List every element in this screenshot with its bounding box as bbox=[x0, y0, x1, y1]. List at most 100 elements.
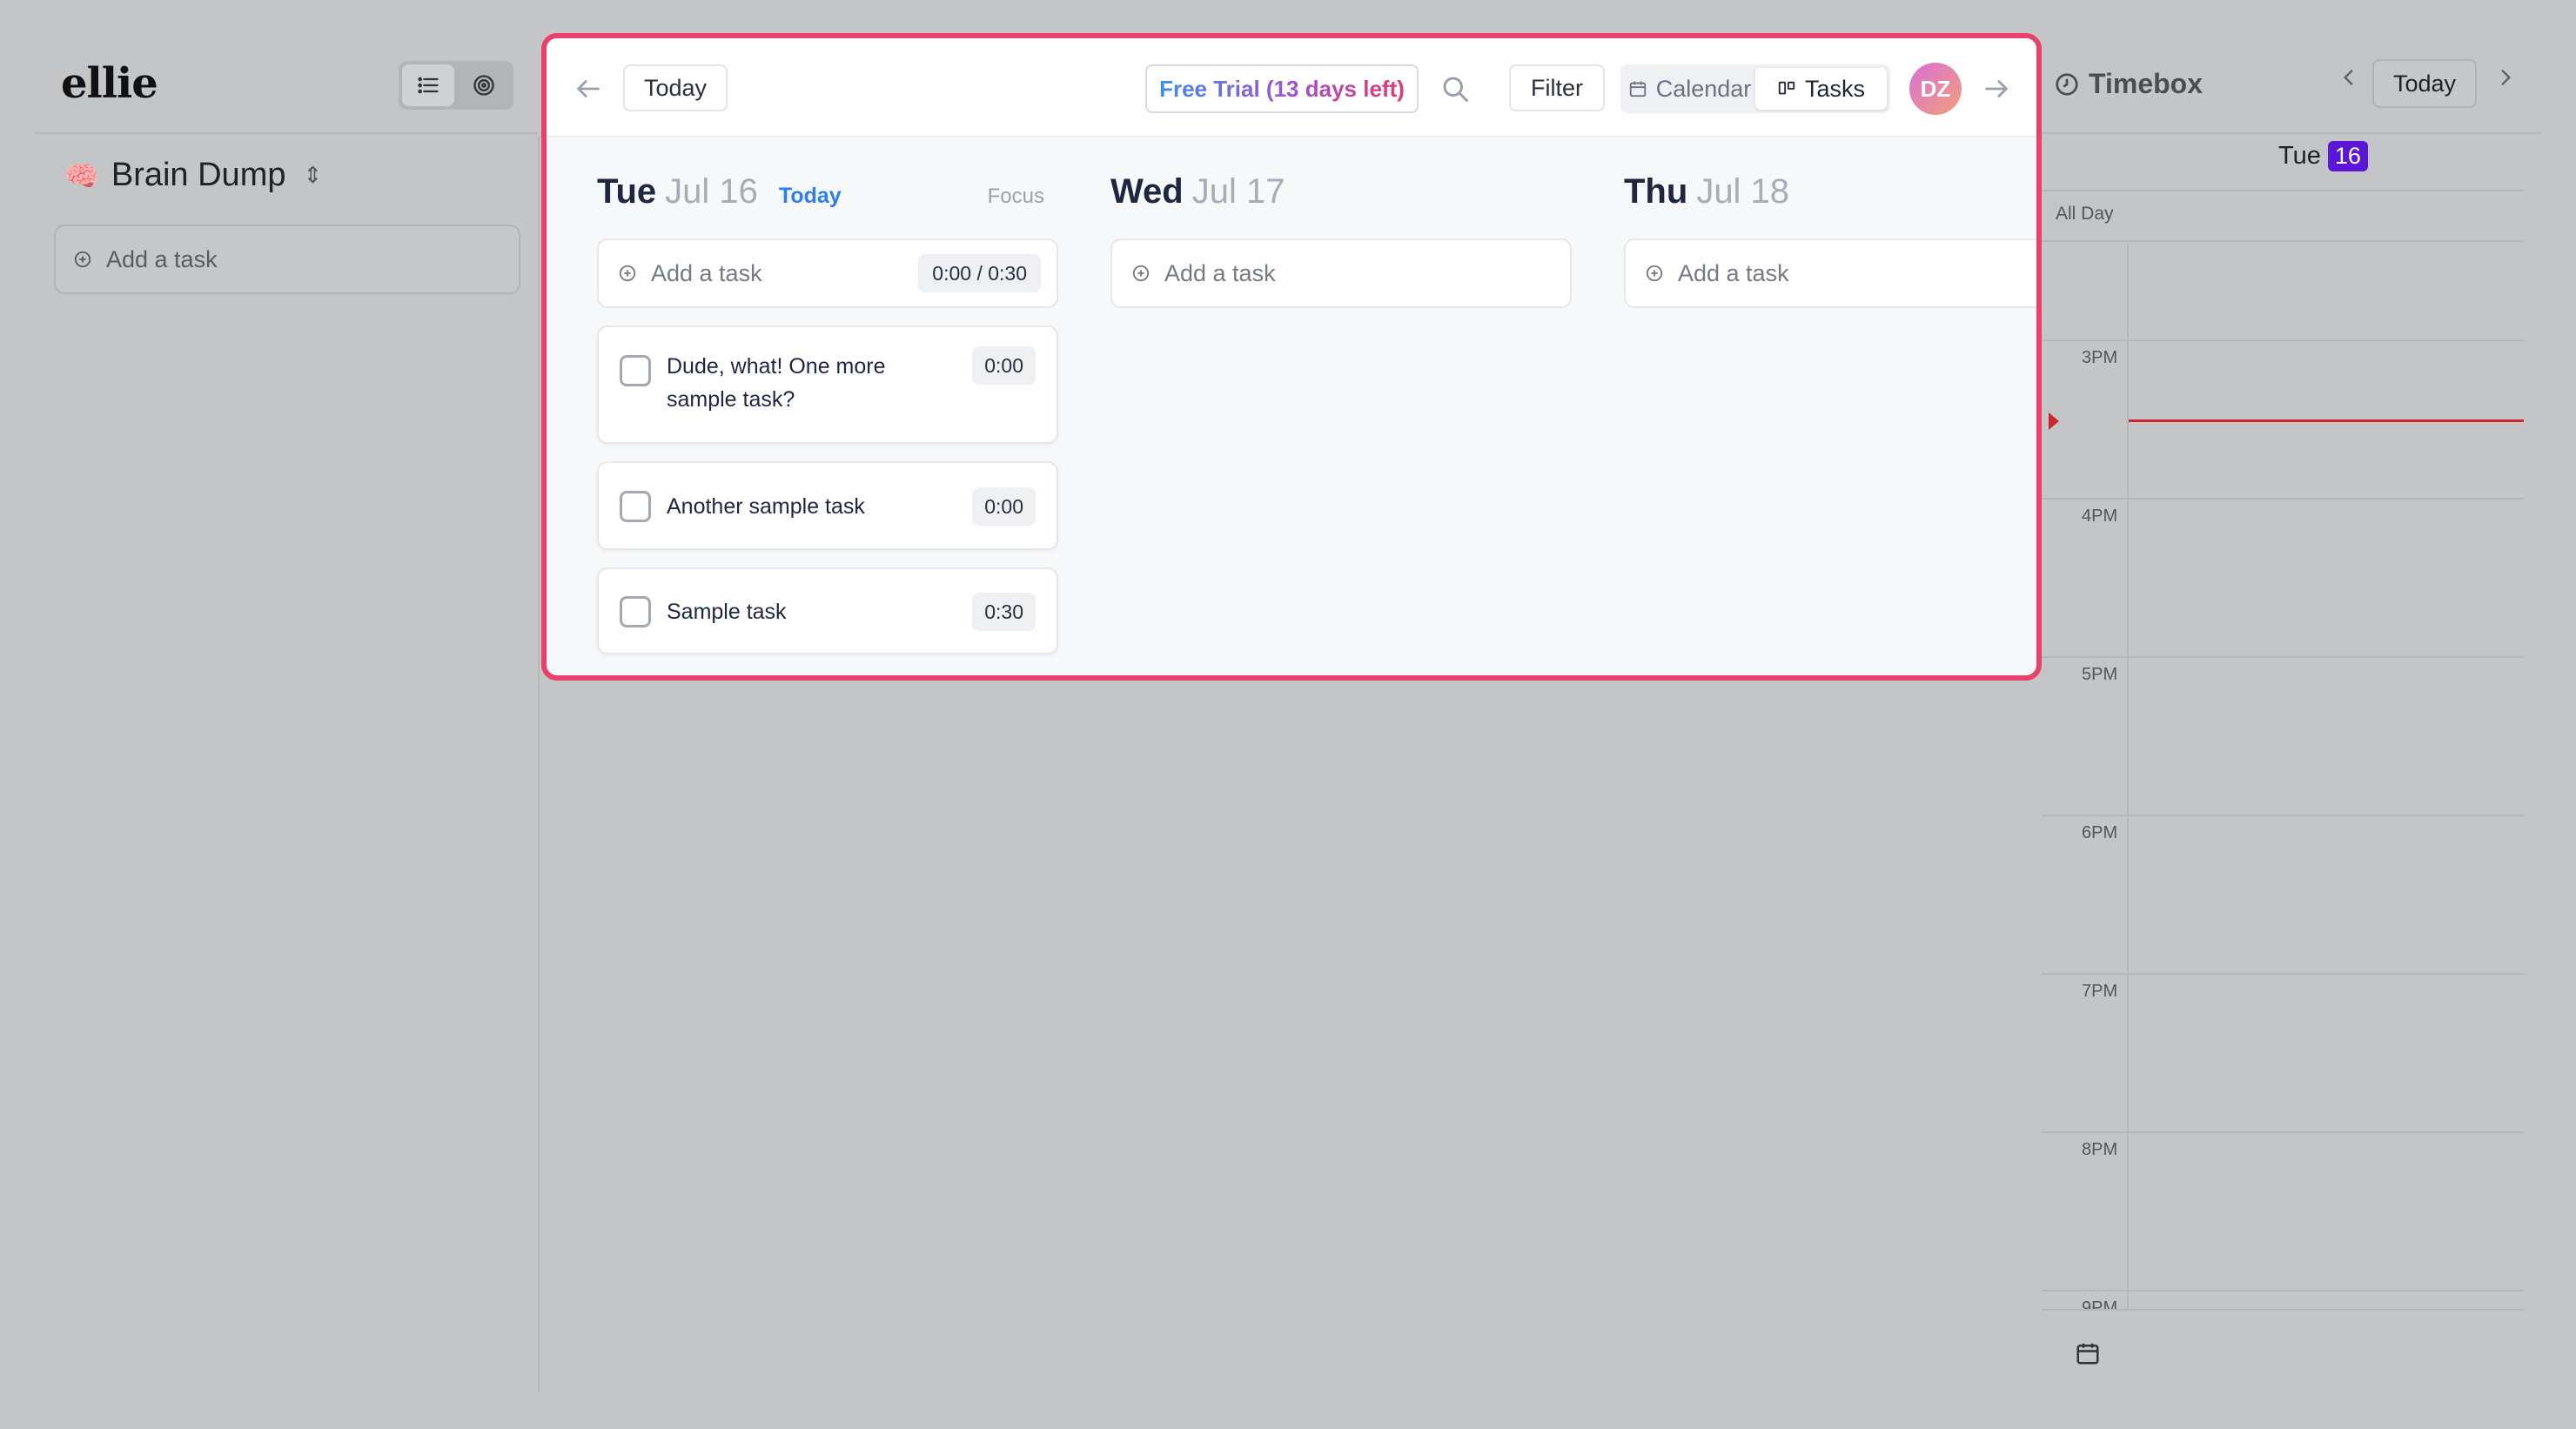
task-title: Dude, what! One more sample task? bbox=[667, 354, 886, 412]
timebox-today-button[interactable]: Today bbox=[2372, 59, 2477, 108]
user-avatar[interactable]: DZ bbox=[1909, 63, 1962, 115]
hour-label: 7PM bbox=[2082, 982, 2118, 1001]
grid-line bbox=[2042, 1131, 2524, 1133]
free-trial-button[interactable]: Free Trial (13 days left) bbox=[1145, 64, 1419, 113]
timebox-header: Timebox bbox=[2054, 68, 2203, 100]
add-task-row[interactable]: Add a task 0:00 / 0:30 bbox=[597, 238, 1058, 308]
all-day-label: All Day bbox=[2056, 204, 2114, 224]
calendar-icon bbox=[1629, 81, 1646, 97]
timebox-next-button[interactable] bbox=[2494, 66, 2517, 96]
sidebar: ellie 🧠 Brain Dump ⇕ Add a task bbox=[35, 35, 538, 1392]
chevron-right-icon bbox=[2501, 70, 2512, 85]
tasks-tab-label: Tasks bbox=[1804, 75, 1866, 102]
add-task-row[interactable]: Add a task bbox=[1110, 238, 1572, 308]
task-title: Sample task bbox=[667, 600, 787, 624]
today-button[interactable]: Today bbox=[623, 64, 728, 111]
task-duration[interactable]: 0:00 bbox=[972, 346, 1036, 385]
chevron-left-icon bbox=[2343, 70, 2353, 85]
today-badge: Today bbox=[778, 184, 842, 208]
brain-dump-selector[interactable]: 🧠 Brain Dump ⇕ bbox=[64, 157, 322, 194]
clock-icon bbox=[2056, 72, 2078, 96]
brain-icon: 🧠 bbox=[64, 159, 99, 191]
grid-line bbox=[2042, 339, 2524, 341]
calendar-tab[interactable]: Calendar bbox=[1624, 68, 1755, 110]
grid-line bbox=[2042, 656, 2524, 658]
sidebar-view-toggle bbox=[399, 61, 513, 110]
view-switcher: Calendar Tasks bbox=[1620, 64, 1890, 113]
arrow-right-icon bbox=[1985, 80, 2008, 97]
task-duration[interactable]: 0:30 bbox=[972, 593, 1036, 631]
add-task-row[interactable]: Add a task bbox=[1624, 238, 2036, 308]
list-icon bbox=[418, 77, 439, 94]
hour-label: 4PM bbox=[2082, 507, 2118, 526]
add-task-label: Add a task bbox=[1678, 259, 1789, 286]
time-gutter-line bbox=[2127, 244, 2129, 1340]
brain-dump-add-task[interactable]: Add a task bbox=[54, 225, 520, 294]
plus-circle-icon bbox=[619, 265, 636, 282]
timebox-panel: Timebox Today Tue 16 All Day 3PM 4PM 5PM… bbox=[2042, 35, 2541, 1392]
arrow-left-icon bbox=[577, 80, 600, 97]
timebox-date-badge: 16 bbox=[2327, 141, 2368, 171]
task-card[interactable]: Sample task 0:30 bbox=[597, 567, 1058, 654]
hour-label: 8PM bbox=[2082, 1140, 2118, 1159]
grid-line bbox=[2042, 190, 2524, 191]
calendar-tab-label: Calendar bbox=[1655, 75, 1752, 102]
grid-line bbox=[2042, 973, 2524, 975]
grid-line bbox=[2042, 815, 2524, 816]
timebox-day-header: Tue 16 bbox=[2278, 141, 2368, 171]
sidebar-divider bbox=[35, 132, 538, 134]
day-date: Jul 16 bbox=[665, 172, 758, 211]
task-duration[interactable]: 0:00 bbox=[972, 487, 1036, 526]
task-card[interactable]: Dude, what! One more sample task? 0:00 bbox=[597, 325, 1058, 444]
planner-panel: Today Free Trial (13 days left) Filter C… bbox=[541, 33, 2042, 681]
sidebar-border bbox=[538, 136, 540, 1392]
app-logo: ellie bbox=[61, 59, 158, 108]
filter-button[interactable]: Filter bbox=[1509, 64, 1605, 111]
task-checkbox[interactable] bbox=[620, 596, 651, 627]
timebox-title: Timebox bbox=[2089, 68, 2203, 99]
hour-label: 3PM bbox=[2082, 348, 2118, 367]
day-of-week: Thu bbox=[1624, 172, 1688, 211]
add-task-label: Add a task bbox=[651, 259, 762, 286]
plus-circle-icon bbox=[1646, 265, 1663, 282]
day-total-time: 0:00 / 0:30 bbox=[918, 254, 1041, 292]
day-header: Tue Jul 16 Today Focus bbox=[597, 172, 1058, 211]
next-days-button[interactable] bbox=[1979, 71, 2014, 106]
plus-circle-icon bbox=[74, 251, 91, 268]
day-date: Jul 18 bbox=[1696, 172, 1790, 211]
tasks-tab[interactable]: Tasks bbox=[1755, 68, 1887, 110]
free-trial-label: Free Trial (13 days left) bbox=[1159, 75, 1405, 102]
day-header: Thu Jul 18 bbox=[1624, 172, 2036, 211]
add-task-label: Add a task bbox=[1164, 259, 1276, 286]
current-time-line bbox=[2129, 419, 2524, 422]
grid-line bbox=[2042, 1290, 2524, 1291]
focus-button[interactable]: Focus bbox=[988, 184, 1044, 209]
target-icon bbox=[473, 75, 494, 96]
timebox-divider bbox=[2042, 132, 2541, 134]
day-date: Jul 17 bbox=[1191, 172, 1285, 211]
current-time-marker bbox=[2049, 413, 2059, 430]
grid-line bbox=[2042, 498, 2524, 500]
day-of-week: Tue bbox=[597, 172, 657, 211]
task-checkbox[interactable] bbox=[620, 355, 651, 386]
list-view-button[interactable] bbox=[402, 64, 454, 106]
brain-dump-title: Brain Dump bbox=[111, 157, 286, 193]
add-task-label: Add a task bbox=[106, 245, 218, 272]
calendar-icon bbox=[2076, 1343, 2099, 1365]
planner-toolbar: Today Free Trial (13 days left) Filter C… bbox=[547, 38, 2036, 138]
hour-label: 6PM bbox=[2082, 823, 2118, 842]
day-header: Wed Jul 17 bbox=[1110, 172, 1572, 211]
calendar-settings-button[interactable] bbox=[2075, 1340, 2101, 1371]
task-card[interactable]: Another sample task 0:00 bbox=[597, 461, 1058, 550]
timebox-footer bbox=[2042, 1309, 2524, 1392]
timebox-prev-button[interactable] bbox=[2338, 66, 2360, 96]
plus-circle-icon bbox=[1132, 265, 1150, 282]
search-button[interactable] bbox=[1436, 70, 1474, 108]
grid-line bbox=[2042, 240, 2524, 242]
goals-view-button[interactable] bbox=[458, 64, 510, 106]
task-title: Another sample task bbox=[667, 494, 865, 519]
chevron-up-down-icon: ⇕ bbox=[303, 162, 323, 188]
search-icon bbox=[1443, 77, 1468, 102]
prev-days-button[interactable] bbox=[571, 71, 606, 106]
task-checkbox[interactable] bbox=[620, 491, 651, 522]
